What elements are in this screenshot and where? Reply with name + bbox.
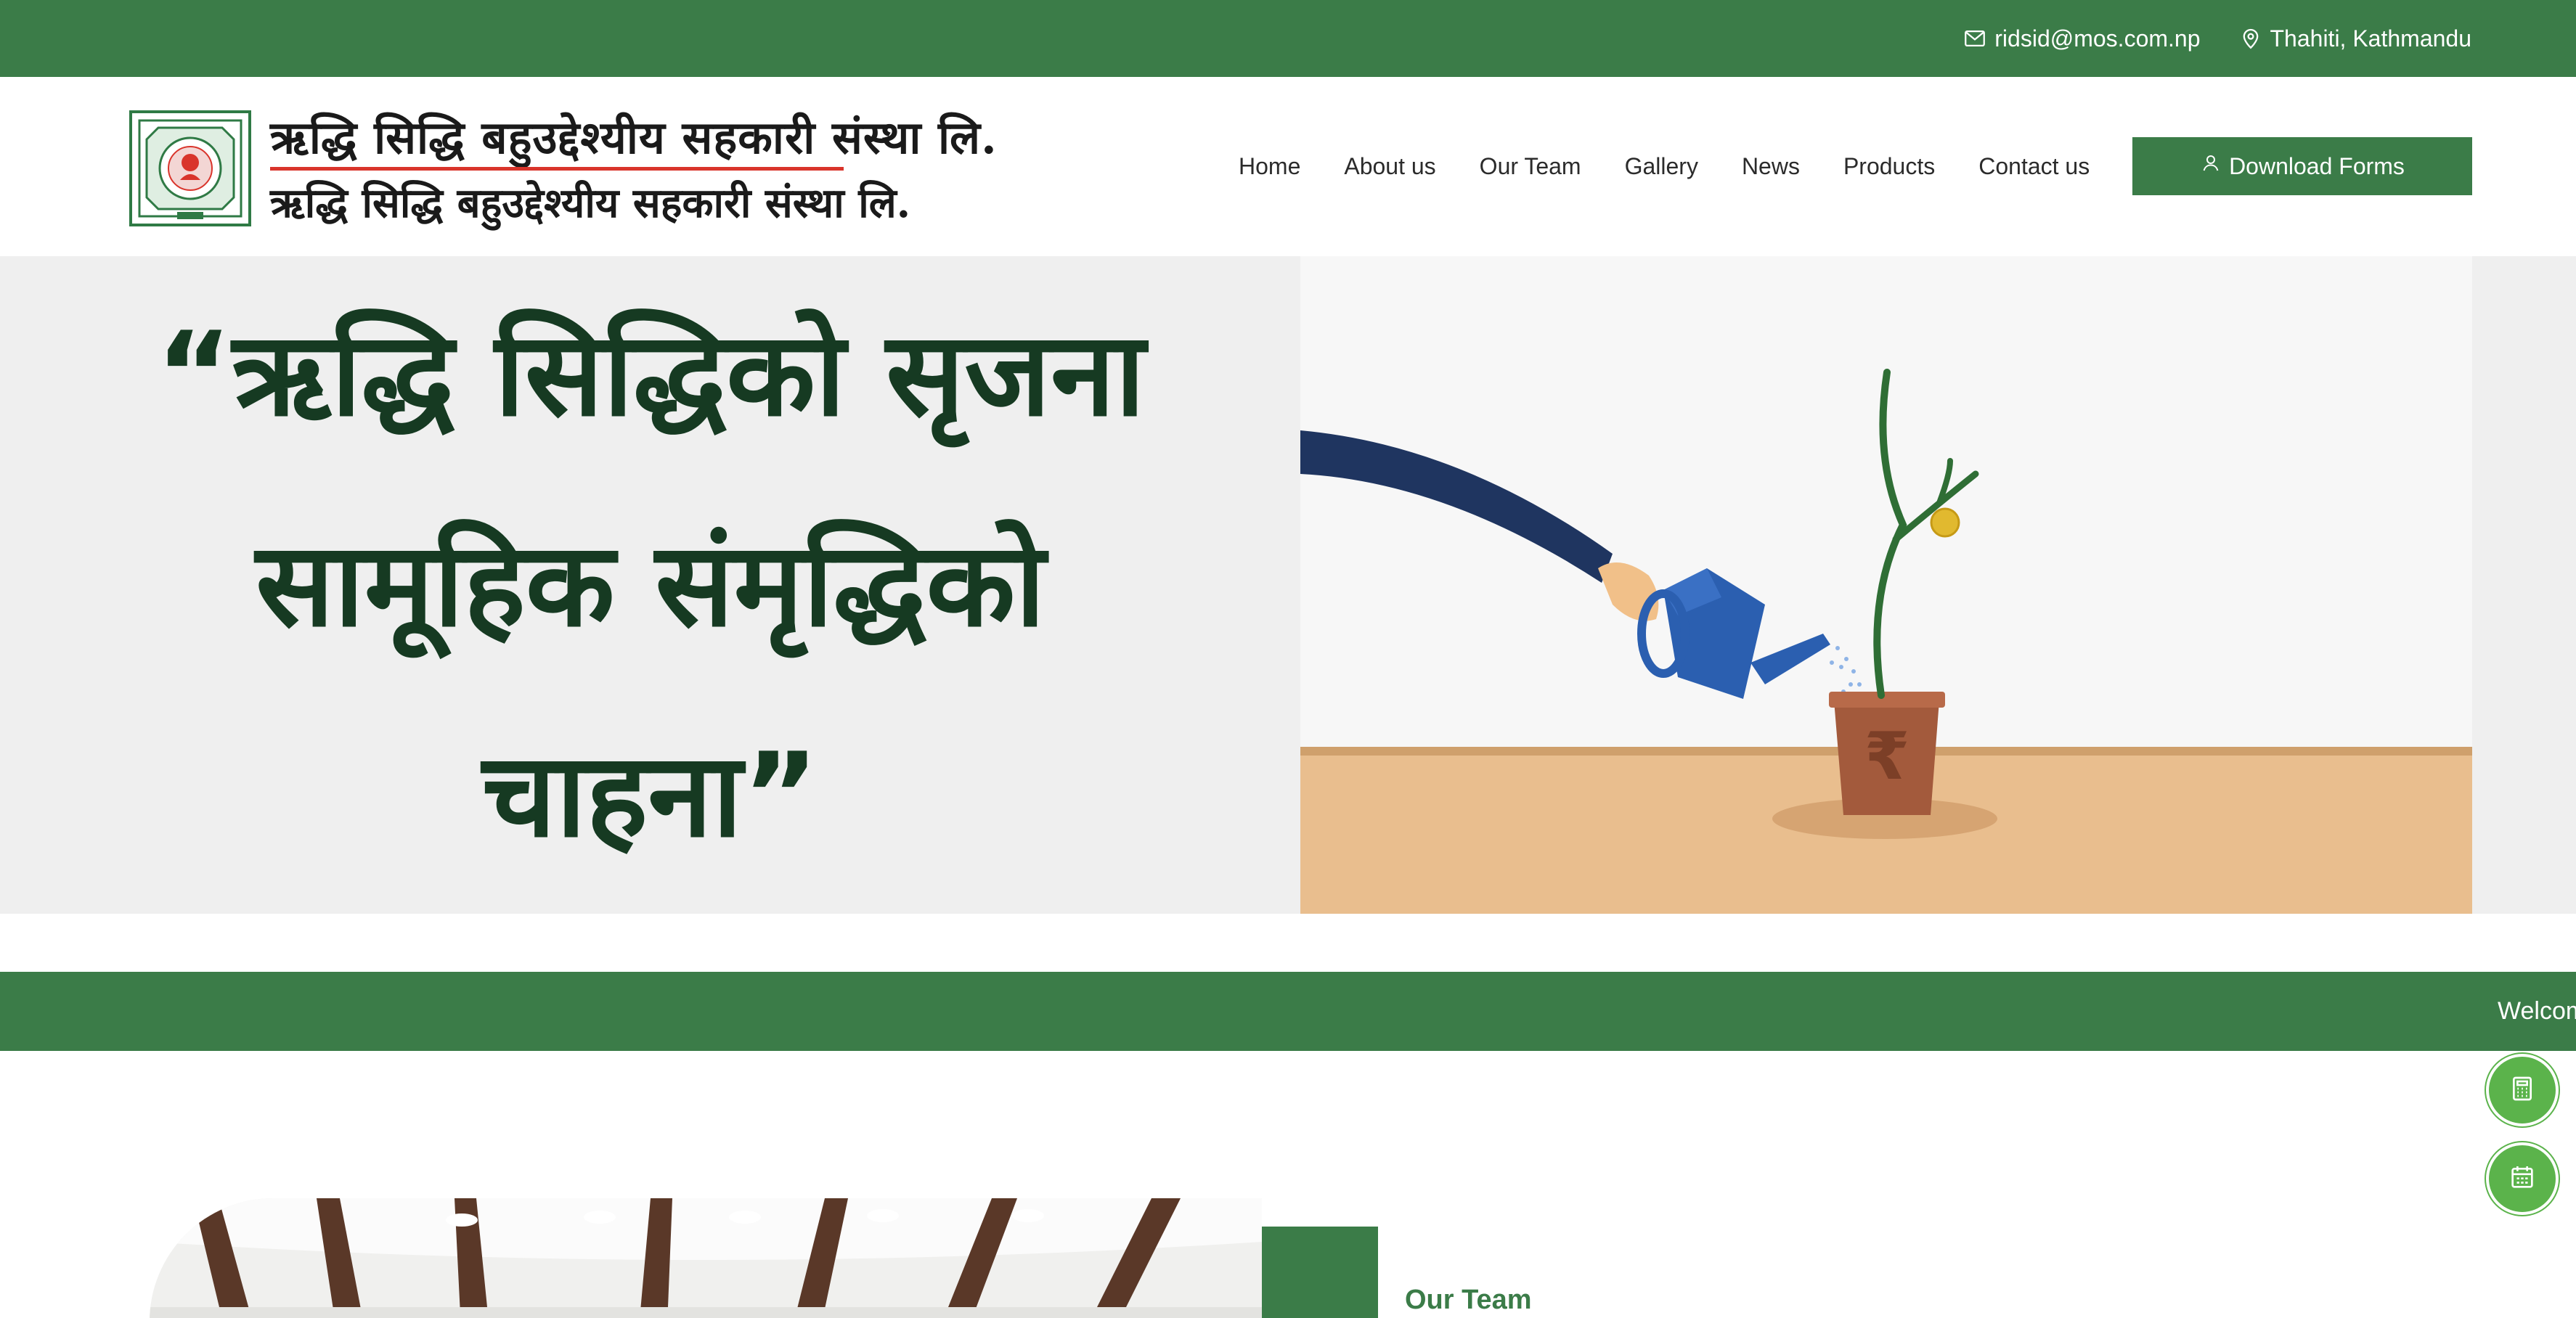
calculator-button[interactable] — [2486, 1054, 2559, 1126]
hero-banner: “ऋद्धि सिद्धिको सृजना सामूहिक संमृद्धिको… — [0, 256, 2576, 914]
calendar-button[interactable] — [2486, 1142, 2559, 1215]
nav-item-gallery[interactable]: Gallery — [1625, 153, 1698, 180]
ganesh-seal-logo — [129, 110, 251, 226]
brand-name-devanagari: ऋद्धि सिद्धि बहुउद्देश्यीय सहकारी संस्था… — [270, 179, 911, 227]
calendar-icon — [2508, 1163, 2537, 1195]
top-bar: ridsid@mos.com.np Thahiti, Kathmandu — [0, 0, 2576, 77]
logo-divider — [270, 167, 844, 171]
site-logo[interactable]: ऋद्धि सिद्धि बहुउद्देश्यीय सहकारी संस्था… — [129, 105, 997, 229]
calculator-icon — [2508, 1074, 2537, 1107]
team-accent-block — [1262, 1227, 1378, 1318]
site-header: ऋद्धि सिद्धि बहुउद्देश्यीय सहकारी संस्था… — [0, 77, 2576, 256]
email-link[interactable]: ridsid@mos.com.np — [1962, 25, 2201, 52]
email-text: ridsid@mos.com.np — [1994, 25, 2201, 52]
rupee-symbol: ₹ — [1864, 719, 1910, 795]
news-ticker: Welcom — [0, 972, 2576, 1051]
nav-item-home[interactable]: Home — [1239, 153, 1300, 180]
nav-item-our-team[interactable]: Our Team — [1480, 153, 1581, 180]
hero-quote-text: “ऋद्धि सिद्धिको सृजना सामूहिक संमृद्धिको… — [155, 306, 1146, 863]
team-section-title: Our Team — [1405, 1285, 1532, 1315]
download-forms-button[interactable]: Download Forms — [2132, 137, 2472, 195]
ticker-text: Welcom — [2498, 997, 2576, 1025]
main-nav: Home About us Our Team Gallery News Prod… — [1239, 77, 2090, 256]
location-link[interactable]: Thahiti, Kathmandu — [2238, 25, 2472, 52]
hand-watering-money-plant: ₹ — [1300, 256, 2472, 914]
nav-item-news[interactable]: News — [1742, 153, 1800, 180]
nav-item-contact-us[interactable]: Contact us — [1978, 153, 2090, 180]
brand-name-script: ऋद्धि सिद्धि बहुउद्देश्यीय सहकारी संस्था… — [270, 111, 998, 164]
user-icon — [2200, 152, 2222, 180]
team-photo — [150, 1198, 1262, 1318]
hero-quote: “ऋद्धि सिद्धिको सृजना सामूहिक संमृद्धिको… — [0, 256, 1301, 914]
contact-info: ridsid@mos.com.np Thahiti, Kathmandu — [1962, 0, 2471, 77]
nav-item-about-us[interactable]: About us — [1344, 153, 1435, 180]
location-text: Thahiti, Kathmandu — [2270, 25, 2472, 52]
download-forms-label: Download Forms — [2229, 152, 2405, 179]
map-pin-icon — [2238, 26, 2263, 51]
nav-item-products[interactable]: Products — [1843, 153, 1935, 180]
envelope-icon — [1962, 26, 1987, 51]
